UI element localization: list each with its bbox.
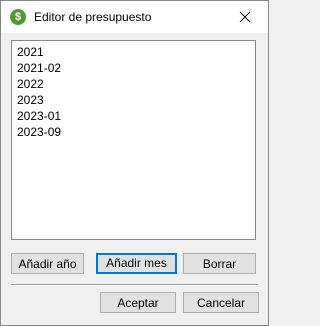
- title-bar: $ Editor de presupuesto: [1, 1, 268, 33]
- list-item[interactable]: 2023-09: [12, 124, 255, 140]
- list-item[interactable]: 2021-02: [12, 60, 255, 76]
- separator: [11, 284, 258, 286]
- list-item[interactable]: 2023-01: [12, 108, 255, 124]
- close-button[interactable]: [222, 1, 268, 33]
- money-icon: $: [10, 9, 26, 25]
- budget-list[interactable]: 2021 2021-02 2022 2023 2023-01 2023-09: [11, 40, 256, 240]
- accept-button[interactable]: Aceptar: [100, 292, 176, 313]
- budget-editor-dialog: $ Editor de presupuesto 2021 2021-02 2022 2…: [0, 0, 269, 326]
- close-icon: [239, 11, 251, 23]
- list-item[interactable]: 2022: [12, 76, 255, 92]
- add-year-button[interactable]: Añadir año: [11, 253, 84, 274]
- list-item[interactable]: 2021: [12, 44, 255, 60]
- cancel-button[interactable]: Cancelar: [183, 292, 259, 313]
- delete-button[interactable]: Borrar: [183, 253, 256, 274]
- window-title: Editor de presupuesto: [34, 10, 152, 24]
- add-month-button[interactable]: Añadir mes: [96, 253, 177, 274]
- list-item[interactable]: 2023: [12, 92, 255, 108]
